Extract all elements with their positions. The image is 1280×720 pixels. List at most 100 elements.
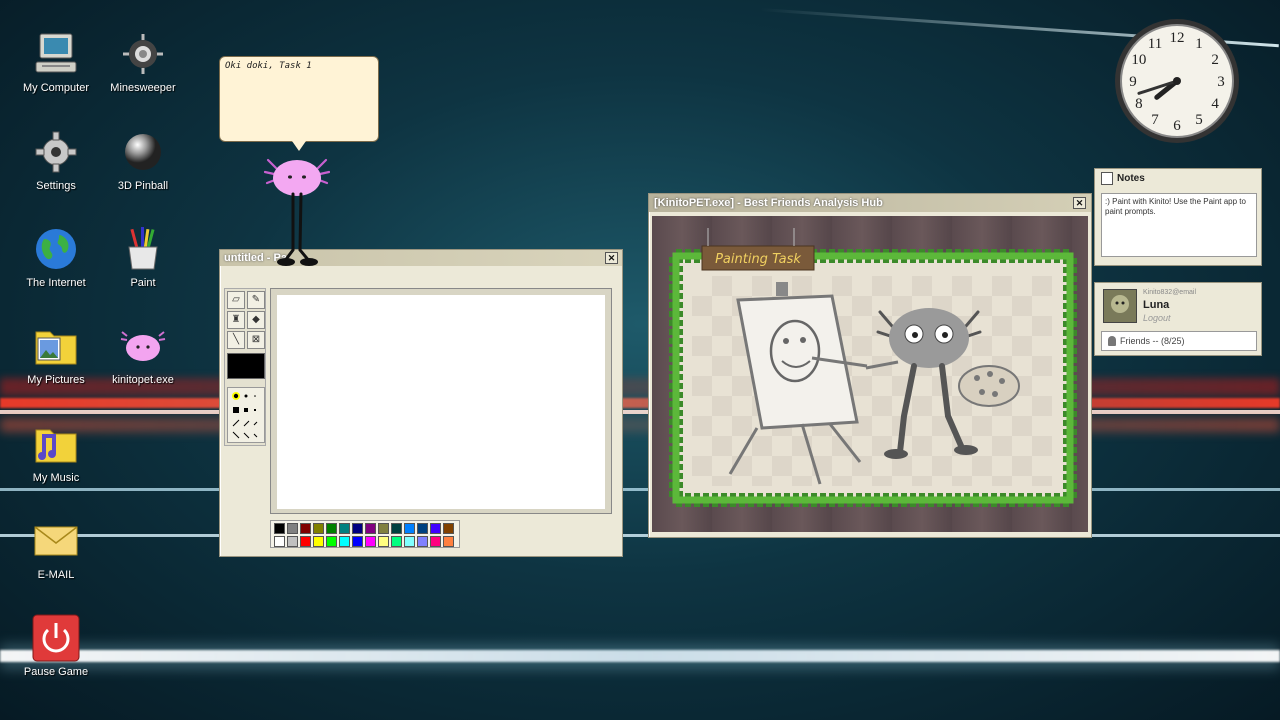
pet-speech-bubble: Oki doki, Task 1 [219,56,379,151]
kinito-content: Painting Task [652,216,1088,532]
paint-canvas[interactable] [277,295,605,509]
palette-swatch[interactable] [313,536,324,547]
user-name: Luna [1143,299,1170,311]
desktop-icon-my-pictures[interactable]: My Pictures [8,322,104,387]
background-streak [0,650,1280,662]
desktop-icon-my-computer[interactable]: My Computer [8,30,104,95]
palette-swatch[interactable] [352,523,363,534]
notes-title: Notes [1117,173,1145,184]
desktop-icon-pause-game[interactable]: Pause Game [8,614,104,679]
envelope-icon [32,517,80,565]
clock-number: 6 [1173,118,1181,134]
paint-window[interactable]: untitled - Pa ✕ ▱ ✎ ♜ ◆ ╲ ⊠ [219,249,623,557]
current-color-swatch [227,353,265,379]
computer-icon [32,30,80,78]
clock-number: 2 [1211,52,1219,68]
kinito-close-button[interactable]: ✕ [1073,197,1086,209]
palette-swatch[interactable] [300,523,311,534]
fill-icon[interactable]: ◆ [247,311,265,329]
notes-icon [1101,172,1113,185]
friend-icon [1108,336,1116,346]
user-panel: Kinito832@email Luna Logout Friends -- (… [1094,282,1262,356]
notes-panel: Notes :) Paint with Kinito! Use the Pain… [1094,168,1262,266]
palette-swatch[interactable] [274,523,285,534]
desktop-icon-email[interactable]: E-MAIL [8,517,104,582]
desktop-icon-minesweeper[interactable]: Minesweeper [95,30,191,95]
paint-cup-icon [119,225,167,273]
pet-speech-text: Oki doki, Task 1 [225,61,312,71]
paint-toolbox: ▱ ✎ ♜ ◆ ╲ ⊠ [224,288,266,446]
palette-swatch[interactable] [378,523,389,534]
palette-swatch[interactable] [287,536,298,547]
palette-swatch[interactable] [404,523,415,534]
clock-number: 4 [1211,96,1219,112]
kinito-hub-window[interactable]: [KinitoPET.exe] - Best Friends Analysis … [648,193,1092,538]
clock-number: 11 [1148,36,1162,52]
kinito-head-icon [119,322,167,370]
desktop-icon-my-music[interactable]: My Music [8,420,104,485]
desktop-icon-kinitopet[interactable]: kinitopet.exe [95,322,191,387]
palette-swatch[interactable] [378,536,389,547]
painting-task-sign: Painting Task [715,252,801,267]
desktop-icon-paint[interactable]: Paint [95,225,191,290]
palette-swatch[interactable] [326,536,337,547]
clear-icon[interactable]: ⊠ [247,331,265,349]
kinito-pet[interactable] [263,150,331,270]
brush-icon[interactable]: ♜ [227,311,245,329]
avatar [1103,289,1137,323]
paint-canvas-frame [270,288,612,514]
palette-swatch[interactable] [443,536,454,547]
desktop-icon-the-internet[interactable]: The Internet [8,225,104,290]
palette-swatch[interactable] [352,536,363,547]
clock-number: 10 [1131,52,1146,68]
friends-count: Friends -- (8/25) [1120,336,1185,346]
clock-number: 3 [1217,74,1225,90]
desktop-clock: 12 1 2 3 4 5 6 7 8 9 10 11 [1112,16,1242,146]
mine-icon [119,30,167,78]
notes-text-area[interactable]: :) Paint with Kinito! Use the Paint app … [1101,193,1257,257]
palette-swatch[interactable] [365,536,376,547]
palette-swatch[interactable] [313,523,324,534]
desktop-icon-settings[interactable]: Settings [8,128,104,193]
palette-swatch[interactable] [339,523,350,534]
kinito-title: [KinitoPET.exe] - Best Friends Analysis … [654,197,883,209]
brush-size-picker[interactable] [227,387,265,443]
background-streak [0,644,1280,670]
palette-swatch[interactable] [417,536,428,547]
palette-swatch[interactable] [339,536,350,547]
power-icon [32,614,80,662]
palette-swatch[interactable] [391,536,402,547]
clock-number: 8 [1135,96,1143,112]
clock-number: 12 [1170,30,1185,46]
palette-swatch[interactable] [326,523,337,534]
folder-pictures-icon [32,322,80,370]
clock-number: 5 [1195,112,1203,128]
pencil-icon[interactable]: ✎ [247,291,265,309]
palette-swatch[interactable] [391,523,402,534]
palette-swatch[interactable] [417,523,428,534]
eraser-icon[interactable]: ▱ [227,291,245,309]
palette-swatch[interactable] [430,536,441,547]
palette-swatch[interactable] [443,523,454,534]
globe-icon [32,225,80,273]
clock-number: 1 [1195,36,1203,52]
notes-text: :) Paint with Kinito! Use the Paint app … [1105,197,1246,216]
clock-number: 9 [1129,74,1137,90]
clock-number: 7 [1151,112,1159,128]
paint-close-button[interactable]: ✕ [605,252,618,264]
painting-task-illustration: Painting Task [669,228,1077,507]
kinito-titlebar[interactable]: [KinitoPET.exe] - Best Friends Analysis … [649,194,1091,212]
line-icon[interactable]: ╲ [227,331,245,349]
friends-list-button[interactable]: Friends -- (8/25) [1101,331,1257,351]
palette-swatch[interactable] [274,536,285,547]
palette-swatch[interactable] [300,536,311,547]
color-palette [270,520,460,548]
desktop-icon-3d-pinball[interactable]: 3D Pinball [95,128,191,193]
folder-music-icon [32,420,80,468]
pinball-icon [119,128,167,176]
palette-swatch[interactable] [365,523,376,534]
palette-swatch[interactable] [430,523,441,534]
palette-swatch[interactable] [404,536,415,547]
logout-link[interactable]: Logout [1143,313,1171,323]
palette-swatch[interactable] [287,523,298,534]
